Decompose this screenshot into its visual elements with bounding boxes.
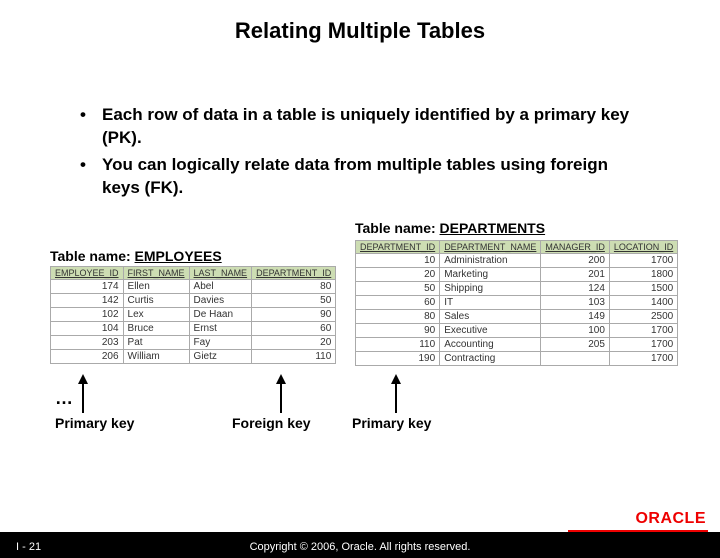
caption-prefix: Table name:: [50, 248, 135, 264]
bullet-item: Each row of data in a table is uniquely …: [80, 104, 650, 150]
col-header: MANAGER_ID: [541, 240, 610, 253]
table-row: 203PatFay20: [51, 335, 336, 349]
footer-bar: I - 21 Copyright © 2006, Oracle. All rig…: [0, 532, 720, 558]
table-row: 80Sales1492500: [356, 309, 678, 323]
primary-key-label: Primary key: [352, 415, 431, 431]
bullet-item: You can logically relate data from multi…: [80, 154, 650, 200]
copyright-text: Copyright © 2006, Oracle. All rights res…: [0, 541, 720, 553]
employees-table: EMPLOYEE_ID FIRST_NAME LAST_NAME DEPARTM…: [50, 266, 336, 364]
table-header-row: DEPARTMENT_ID DEPARTMENT_NAME MANAGER_ID…: [356, 240, 678, 253]
table-row: 174EllenAbel80: [51, 279, 336, 293]
slide: Relating Multiple Tables Each row of dat…: [0, 18, 720, 558]
departments-caption: Table name: DEPARTMENTS: [355, 220, 545, 236]
table-row: 142CurtisDavies50: [51, 293, 336, 307]
table-row: 206WilliamGietz110: [51, 349, 336, 363]
arrow-line: [82, 383, 84, 413]
table-row: 60IT1031400: [356, 295, 678, 309]
col-header: EMPLOYEE_ID: [51, 266, 124, 279]
arrow-line: [280, 383, 282, 413]
oracle-logo: ORACLE: [635, 510, 706, 528]
col-header: DEPARTMENT_ID: [356, 240, 440, 253]
caption-name: EMPLOYEES: [135, 248, 222, 264]
employees-caption: Table name: EMPLOYEES: [50, 248, 222, 264]
col-header: DEPARTMENT_NAME: [440, 240, 541, 253]
bullet-list: Each row of data in a table is uniquely …: [80, 104, 650, 200]
departments-table: DEPARTMENT_ID DEPARTMENT_NAME MANAGER_ID…: [355, 240, 678, 366]
col-header: LOCATION_ID: [609, 240, 677, 253]
table-header-row: EMPLOYEE_ID FIRST_NAME LAST_NAME DEPARTM…: [51, 266, 336, 279]
table-row: 20Marketing2011800: [356, 267, 678, 281]
table-row: 110Accounting2051700: [356, 337, 678, 351]
table-row: 190Contracting1700: [356, 351, 678, 365]
ellipsis: …: [55, 388, 73, 409]
caption-name: DEPARTMENTS: [440, 220, 546, 236]
col-header: LAST_NAME: [189, 266, 252, 279]
caption-prefix: Table name:: [355, 220, 440, 236]
table-row: 102LexDe Haan90: [51, 307, 336, 321]
table-row: 10Administration2001700: [356, 253, 678, 267]
slide-title: Relating Multiple Tables: [0, 18, 720, 44]
table-row: 50Shipping1241500: [356, 281, 678, 295]
table-row: 104BruceErnst60: [51, 321, 336, 335]
arrow-line: [395, 383, 397, 413]
foreign-key-label: Foreign key: [232, 415, 311, 431]
primary-key-label: Primary key: [55, 415, 134, 431]
col-header: FIRST_NAME: [123, 266, 189, 279]
col-header: DEPARTMENT_ID: [252, 266, 336, 279]
table-row: 90Executive1001700: [356, 323, 678, 337]
